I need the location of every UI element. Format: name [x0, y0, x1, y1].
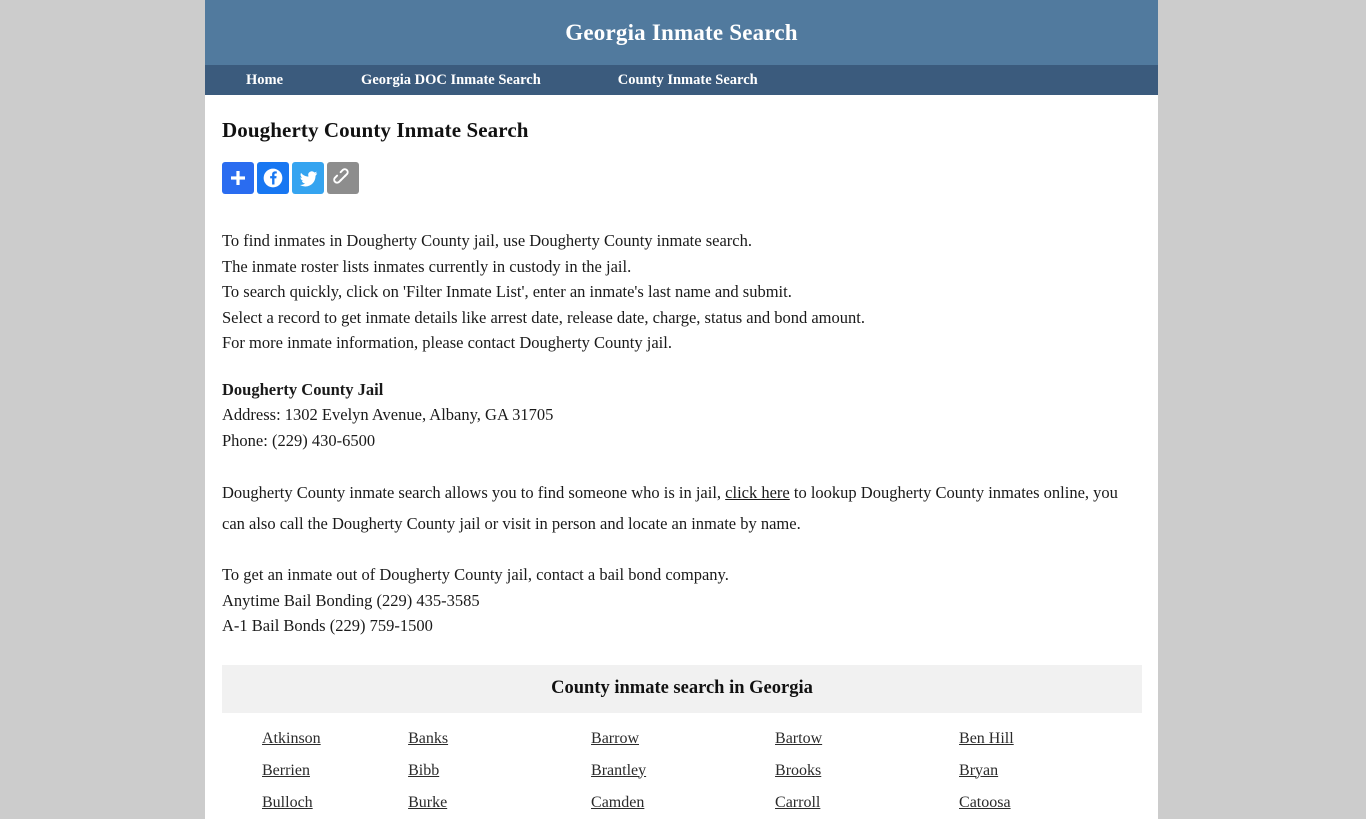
county-link-ben-hill[interactable]: Ben Hill	[959, 730, 1014, 747]
table-cell: Ben Hill	[959, 713, 1142, 755]
page-container: Georgia Inmate Search Home Georgia DOC I…	[205, 0, 1158, 819]
intro-line: To search quickly, click on 'Filter Inma…	[222, 282, 792, 301]
intro-line: The inmate roster lists inmates currentl…	[222, 256, 632, 276]
page-title: Dougherty County Inmate Search	[222, 118, 529, 142]
bail-line: To get an inmate out of Dougherty County…	[222, 565, 729, 584]
county-link-burke[interactable]: Burke	[408, 794, 447, 811]
table-cell: Barrow	[591, 713, 775, 755]
county-link-berrien[interactable]: Berrien	[262, 762, 310, 779]
intro-line: To find inmates in Dougherty County jail…	[222, 231, 752, 250]
county-link-brooks[interactable]: Brooks	[775, 762, 821, 779]
table-cell: Banks	[408, 713, 591, 755]
jail-name: Dougherty County Jail	[222, 379, 384, 399]
table-cell: Berrien	[222, 755, 408, 787]
twitter-icon	[298, 168, 319, 189]
county-link-bulloch[interactable]: Bulloch	[262, 794, 313, 811]
bail-bond-block: To get an inmate out of Dougherty County…	[222, 562, 1141, 639]
intro-line: For more inmate information, please cont…	[222, 333, 672, 352]
twitter-share-button[interactable]	[292, 162, 324, 194]
main-navigation: Home Georgia DOC Inmate Search County In…	[205, 65, 1158, 95]
facebook-icon	[262, 167, 284, 189]
county-link-camden[interactable]: Camden	[591, 794, 644, 811]
county-link-brantley[interactable]: Brantley	[591, 762, 646, 779]
table-row: Berrien Bibb Brantley Brooks Bryan	[222, 755, 1142, 787]
search-info-text: Dougherty County inmate search allows yo…	[222, 477, 1141, 539]
nav-item-county-inmate-search[interactable]: County Inmate Search	[618, 72, 758, 89]
county-link-carroll[interactable]: Carroll	[775, 794, 820, 811]
jail-address: Address: 1302 Evelyn Avenue, Albany, GA …	[222, 405, 554, 424]
county-link-bartow[interactable]: Bartow	[775, 730, 822, 747]
facebook-share-button[interactable]	[257, 162, 289, 194]
county-table-header-row: County inmate search in Georgia	[222, 664, 1142, 713]
table-cell: Bryan	[959, 755, 1142, 787]
share-buttons	[222, 162, 1141, 194]
click-here-link[interactable]: click here	[725, 483, 790, 502]
county-link-banks[interactable]: Banks	[408, 730, 448, 747]
bail-line: A-1 Bail Bonds (229) 759-1500	[222, 616, 433, 635]
table-cell: Bartow	[775, 713, 959, 755]
table-cell: Bulloch	[222, 787, 408, 819]
county-link-atkinson[interactable]: Atkinson	[262, 730, 321, 747]
nav-item-home[interactable]: Home	[246, 72, 283, 89]
addthis-share-button[interactable]	[222, 162, 254, 194]
table-row: Bulloch Burke Camden Carroll Catoosa	[222, 787, 1142, 819]
county-search-table: County inmate search in Georgia Atkinson…	[222, 664, 1142, 819]
county-table-title: County inmate search in Georgia	[222, 664, 1142, 713]
copy-link-icon	[332, 167, 354, 189]
county-link-bryan[interactable]: Bryan	[959, 762, 998, 779]
table-cell: Atkinson	[222, 713, 408, 755]
table-cell: Bibb	[408, 755, 591, 787]
county-link-bibb[interactable]: Bibb	[408, 762, 439, 779]
search-info-paragraph: Dougherty County inmate search allows yo…	[222, 477, 1141, 539]
table-cell: Catoosa	[959, 787, 1142, 819]
table-cell: Brooks	[775, 755, 959, 787]
search-info-text-before: Dougherty County inmate search allows yo…	[222, 483, 726, 502]
county-link-catoosa[interactable]: Catoosa	[959, 794, 1011, 811]
table-cell: Burke	[408, 787, 591, 819]
main-content: Dougherty County Inmate Search To find i…	[205, 95, 1158, 819]
nav-item-georgia-doc-inmate-search[interactable]: Georgia DOC Inmate Search	[361, 72, 541, 89]
site-title: Georgia Inmate Search	[565, 19, 798, 45]
site-header: Georgia Inmate Search	[205, 0, 1158, 65]
table-row: Atkinson Banks Barrow Bartow Ben Hill	[222, 713, 1142, 755]
table-cell: Brantley	[591, 755, 775, 787]
table-cell: Camden	[591, 787, 775, 819]
bail-line: Anytime Bail Bonding (229) 435-3585	[222, 590, 480, 610]
copy-link-button[interactable]	[327, 162, 359, 194]
intro-paragraph: To find inmates in Dougherty County jail…	[222, 228, 1141, 356]
intro-line: Select a record to get inmate details li…	[222, 307, 865, 327]
table-cell: Carroll	[775, 787, 959, 819]
jail-phone: Phone: (229) 430-6500	[222, 430, 376, 450]
jail-contact-block: Dougherty County Jail Address: 1302 Evel…	[222, 377, 1141, 454]
addthis-share-icon	[228, 168, 248, 188]
county-link-barrow[interactable]: Barrow	[591, 730, 639, 747]
